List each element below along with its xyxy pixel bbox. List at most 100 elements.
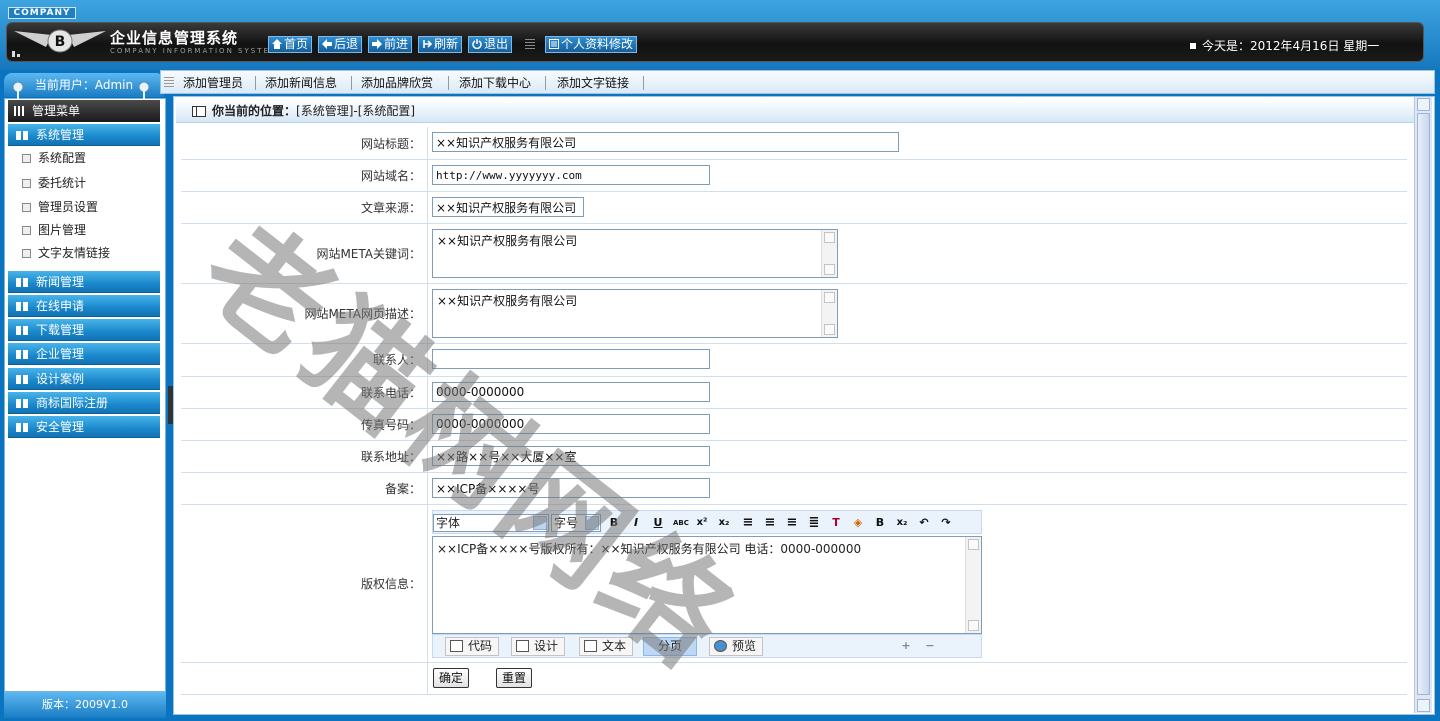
text-color-icon[interactable]: T	[829, 516, 843, 530]
strikethrough-icon[interactable]: ABC	[673, 516, 689, 530]
collapse-icon[interactable]: −	[923, 639, 937, 653]
profile-icon	[549, 39, 559, 49]
underline-icon[interactable]: U	[651, 516, 665, 530]
align-left-icon[interactable]: ≡	[741, 516, 755, 530]
phone-input[interactable]	[432, 382, 710, 402]
page-icon	[22, 203, 31, 212]
quick-link-add-text-link[interactable]: 添加文字链接	[557, 74, 629, 91]
menu-category-security[interactable]: 安全管理	[8, 416, 160, 438]
undo-icon[interactable]: ↶	[917, 516, 931, 530]
scroll-down-icon[interactable]	[1417, 699, 1430, 712]
menu-category-design-cases[interactable]: 设计案例	[8, 368, 160, 390]
home-button-label: 首页	[284, 37, 309, 51]
category-icon	[16, 278, 30, 287]
tab-preview[interactable]: 预览	[709, 637, 764, 656]
tab-code[interactable]: 代码	[445, 637, 500, 656]
address-input[interactable]	[432, 446, 710, 466]
site-domain-input[interactable]	[432, 165, 710, 185]
quick-link-add-news[interactable]: 添加新闻信息	[265, 74, 337, 91]
logo-icon: B	[12, 29, 106, 57]
menu-item-admin-settings[interactable]: 管理员设置	[20, 197, 98, 217]
menu-item-commission-stats[interactable]: 委托统计	[20, 173, 86, 193]
confirm-button[interactable]: 确定	[433, 668, 469, 688]
font-select[interactable]: 字体	[433, 514, 549, 532]
italic-icon[interactable]: I	[629, 516, 643, 530]
contact-input[interactable]	[432, 349, 710, 369]
menu-category-system[interactable]: 系统管理	[8, 124, 160, 146]
meta-keywords-value: ××知识产权服务有限公司	[437, 234, 578, 248]
logout-button-label: 退出	[484, 37, 509, 51]
arrow-left-icon	[322, 39, 332, 49]
menu-title-label: 管理菜单	[32, 104, 81, 118]
scroll-down-icon[interactable]	[968, 620, 979, 631]
svg-text:B: B	[55, 34, 66, 50]
font-select-value: 字体	[436, 516, 461, 530]
menu-item-system-config[interactable]: 系统配置	[20, 148, 86, 168]
align-right-icon[interactable]: ≡	[785, 516, 799, 530]
fax-input[interactable]	[432, 414, 710, 434]
expand-icon[interactable]: +	[899, 639, 913, 653]
meta-keywords-textarea[interactable]: ××知识产权服务有限公司	[432, 229, 838, 278]
scroll-up-icon[interactable]	[824, 232, 835, 243]
scroll-down-icon[interactable]	[824, 264, 835, 275]
font-size-select[interactable]: 字号	[551, 514, 601, 532]
site-title-input[interactable]	[432, 132, 899, 152]
scroll-up-icon[interactable]	[968, 539, 979, 550]
home-icon	[272, 39, 282, 49]
profile-edit-button[interactable]: 个人资料修改	[545, 36, 638, 53]
superscript-icon[interactable]: x²	[695, 516, 709, 530]
category-label: 在线申请	[36, 299, 85, 313]
column-divider	[427, 377, 428, 408]
menu-item-text-links[interactable]: 文字友情链接	[20, 243, 110, 263]
tab-text[interactable]: 文本	[579, 637, 634, 656]
contact-label: 联系人：	[372, 353, 421, 367]
menu-category-trademark[interactable]: 商标国际注册	[8, 392, 160, 414]
remove-format-icon[interactable]: x₂	[895, 516, 909, 530]
menu-item-label: 管理员设置	[38, 200, 99, 214]
quick-link-add-download[interactable]: 添加下载中心	[459, 74, 531, 91]
logout-button[interactable]: 退出	[468, 36, 513, 53]
scrollbar-thumb[interactable]	[1417, 113, 1430, 695]
page-icon	[22, 179, 31, 188]
menu-category-enterprise[interactable]: 企业管理	[8, 343, 160, 365]
editor-mode-tabs: 代码 设计 文本 分页 预览 + −	[432, 634, 982, 658]
menu-category-downloads[interactable]: 下载管理	[8, 319, 160, 341]
forward-button[interactable]: 前进	[368, 36, 413, 53]
subscript-icon[interactable]: x₂	[717, 516, 731, 530]
home-button[interactable]: 首页	[268, 36, 313, 53]
redo-icon[interactable]: ↷	[939, 516, 953, 530]
link-separator	[448, 76, 449, 90]
power-icon	[472, 39, 482, 49]
site-title-label: 网站标题：	[360, 137, 421, 151]
menu-category-news[interactable]: 新闻管理	[8, 271, 160, 293]
pin-left-icon	[12, 82, 24, 100]
textarea-scrollbar[interactable]	[821, 230, 837, 277]
article-source-input[interactable]	[432, 197, 584, 217]
menu-category-online-apply[interactable]: 在线申请	[8, 295, 160, 317]
editor-scrollbar[interactable]	[965, 537, 981, 633]
menu-item-label: 委托统计	[38, 176, 87, 190]
quick-link-add-admin[interactable]: 添加管理员	[183, 74, 243, 91]
icp-input[interactable]	[432, 478, 710, 498]
meta-description-textarea[interactable]: ××知识产权服务有限公司	[432, 289, 838, 338]
bold-icon[interactable]: B	[607, 516, 621, 530]
tab-pagination[interactable]: 分页	[643, 637, 698, 656]
align-center-icon[interactable]: ≡	[763, 516, 777, 530]
scroll-up-icon[interactable]	[1417, 98, 1430, 111]
back-button[interactable]: 后退	[318, 36, 363, 53]
tab-design[interactable]: 设计	[511, 637, 566, 656]
background-color-icon[interactable]: B	[873, 516, 887, 530]
editor-content[interactable]: ××ICP备××××号版权所有：××知识产权服务有限公司 电话：0000-000…	[432, 536, 982, 634]
grid-icon	[14, 106, 26, 116]
scroll-up-icon[interactable]	[824, 292, 835, 303]
textarea-scrollbar[interactable]	[821, 290, 837, 337]
row-icp: 备案：	[181, 473, 1407, 505]
quick-link-add-brand[interactable]: 添加品牌欣赏	[361, 74, 433, 91]
refresh-button[interactable]: 刷新	[418, 36, 463, 53]
menu-item-image-manage[interactable]: 图片管理	[20, 220, 86, 240]
justify-icon[interactable]: ≣	[807, 516, 821, 530]
scroll-down-icon[interactable]	[824, 324, 835, 335]
reset-button[interactable]: 重置	[496, 668, 532, 688]
page-scrollbar[interactable]	[1414, 97, 1432, 713]
fill-color-icon[interactable]: ◈	[851, 516, 865, 530]
